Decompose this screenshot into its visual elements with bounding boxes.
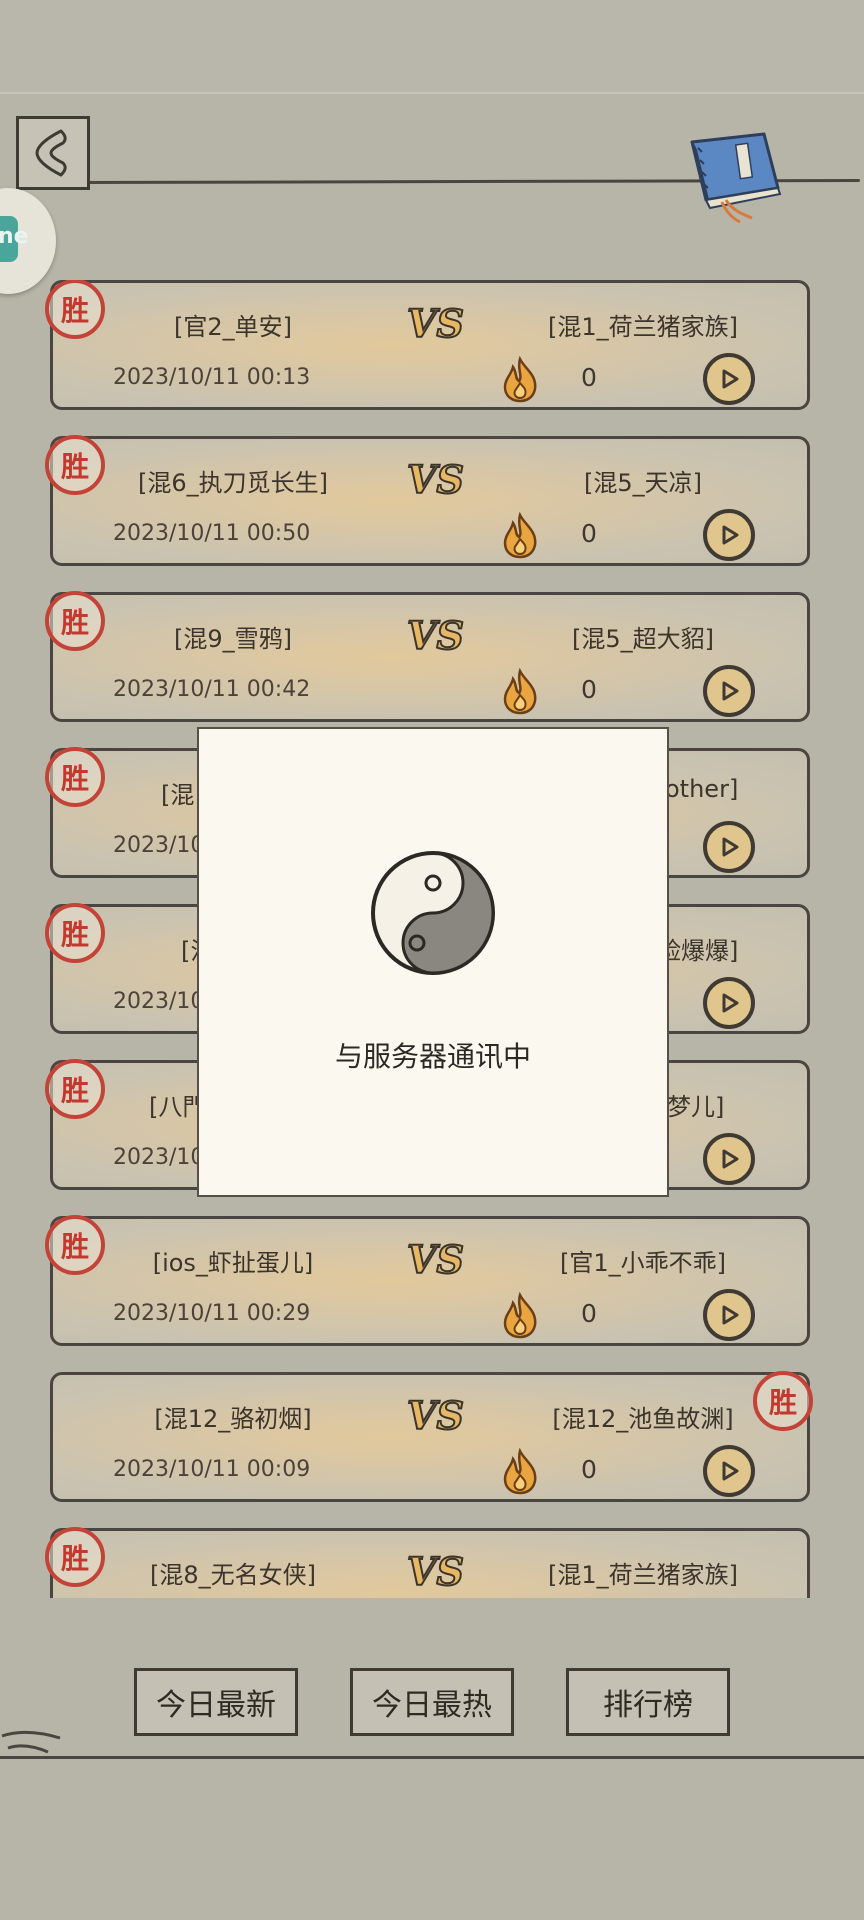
right-player-name: [混1_荷兰猪家族] (548, 313, 738, 341)
battle-record-card[interactable]: 胜 [混9_雪鸦] VS [混5_超大貂] 2023/10/11 00:42 0 (45, 591, 810, 722)
heat-count: 0 (581, 1455, 597, 1484)
tab-today-hot[interactable]: 今日最热 (350, 1668, 514, 1736)
play-icon (722, 1461, 739, 1481)
widget-logo: ne (0, 216, 29, 262)
play-replay-button[interactable] (703, 821, 755, 873)
match-time: 2023/10 (113, 1145, 205, 1170)
fire-icon (503, 1291, 537, 1339)
left-player-name: [官2_单安] (174, 313, 292, 341)
play-replay-button[interactable] (703, 353, 755, 405)
play-replay-button[interactable] (703, 509, 755, 561)
play-replay-button[interactable] (703, 977, 755, 1029)
right-player-name: [官1_小乖不乖] (560, 1249, 726, 1277)
heat-count: 0 (581, 675, 597, 704)
left-player-name: [混 (161, 781, 195, 809)
heat-count: 0 (581, 363, 597, 392)
back-button[interactable] (16, 116, 90, 190)
battle-record-card[interactable]: 胜 [混6_执刀觅长生] VS [混5_天凉] 2023/10/11 00:50… (45, 435, 810, 566)
play-icon (722, 525, 739, 545)
loading-dialog: 与服务器通讯中 (197, 727, 669, 1197)
vs-icon: VS (406, 1549, 465, 1593)
tab-today-new[interactable]: 今日最新 (134, 1668, 298, 1736)
vs-text: VS (407, 1393, 464, 1437)
win-stamp: 胜 (45, 591, 105, 651)
battle-record-card[interactable]: 胜 [ios_虾扯蛋儿] VS [官1_小乖不乖] 2023/10/11 00:… (45, 1215, 810, 1346)
heat-count: 0 (581, 519, 597, 548)
play-icon (722, 681, 739, 701)
left-player-name: [混12_骆初烟] (154, 1405, 312, 1433)
right-player-name: [混12_池鱼故渊] (552, 1405, 734, 1433)
battle-record-card[interactable]: 胜 [官2_单安] VS [混1_荷兰猪家族] 2023/10/11 00:13… (45, 280, 810, 410)
play-replay-button[interactable] (703, 1289, 755, 1341)
play-replay-button[interactable] (703, 1445, 755, 1497)
win-stamp: 胜 (45, 1527, 105, 1587)
match-time: 2023/10/11 00:13 (113, 365, 311, 390)
left-player-name: [ios_虾扯蛋儿] (152, 1249, 314, 1277)
back-arrow-icon (35, 129, 67, 177)
vs-icon: VS (406, 1393, 465, 1437)
right-player-name: [混5_天凉] (584, 469, 702, 497)
vs-icon: VS (406, 457, 465, 501)
play-icon (722, 993, 739, 1013)
win-stamp: 胜 (45, 1059, 105, 1119)
right-player-name: [混1_荷兰猪家族] (548, 1561, 738, 1589)
match-time: 2023/10/11 00:42 (113, 677, 311, 702)
left-player-name: [混6_执刀觅长生] (138, 469, 328, 497)
vs-text: VS (407, 457, 464, 501)
right-player-name: other] (665, 775, 739, 803)
play-icon (722, 837, 739, 857)
play-icon (722, 369, 739, 389)
right-player-name: 脸爆爆] (657, 937, 739, 965)
match-time: 2023/10/11 00:29 (113, 1301, 311, 1326)
fire-icon (503, 1447, 537, 1495)
win-stamp: 胜 (45, 435, 105, 495)
play-replay-button[interactable] (703, 665, 755, 717)
match-time: 2023/10 (113, 989, 205, 1014)
heat-count: 0 (581, 1299, 597, 1328)
tab-ranking[interactable]: 排行榜 (566, 1668, 730, 1736)
floating-side-widget[interactable]: ne (0, 188, 56, 294)
fire-icon (503, 667, 537, 715)
vs-icon: VS (406, 1237, 465, 1281)
vs-text: VS (407, 301, 464, 345)
win-stamp: 胜 (45, 1215, 105, 1275)
play-icon (722, 1305, 739, 1325)
battle-record-card[interactable]: 胜 [混12_骆初烟] VS [混12_池鱼故渊] 2023/10/11 00:… (50, 1371, 813, 1502)
fire-icon (503, 355, 537, 403)
left-player-name: [混8_无名女侠] (150, 1561, 316, 1589)
right-player-name: [混5_超大貂] (572, 625, 714, 653)
top-strip (0, 0, 864, 94)
vs-text: VS (407, 1237, 464, 1281)
vs-text: VS (407, 613, 464, 657)
loading-message: 与服务器通讯中 (334, 1040, 531, 1073)
footer-divider (0, 1756, 864, 1759)
vs-text: VS (407, 1549, 464, 1593)
vs-icon: VS (406, 301, 465, 345)
win-stamp: 胜 (45, 747, 105, 807)
play-replay-button[interactable] (703, 1133, 755, 1185)
match-time: 2023/10/11 00:09 (113, 1457, 311, 1482)
right-player-name: 梦儿] (667, 1093, 725, 1121)
left-player-name: [混9_雪鸦] (174, 625, 292, 653)
blue-book-icon[interactable] (682, 126, 792, 226)
win-stamp: 胜 (45, 903, 105, 963)
match-time: 2023/10/11 00:50 (113, 521, 311, 546)
play-icon (722, 1149, 739, 1169)
win-stamp: 胜 (45, 280, 105, 339)
fire-icon (503, 511, 537, 559)
yin-yang-icon (371, 851, 495, 975)
match-time: 2023/10 (113, 833, 205, 858)
vs-icon: VS (406, 613, 465, 657)
battle-record-card[interactable]: 胜 [混8_无名女侠] VS [混1_荷兰猪家族] (45, 1527, 810, 1598)
